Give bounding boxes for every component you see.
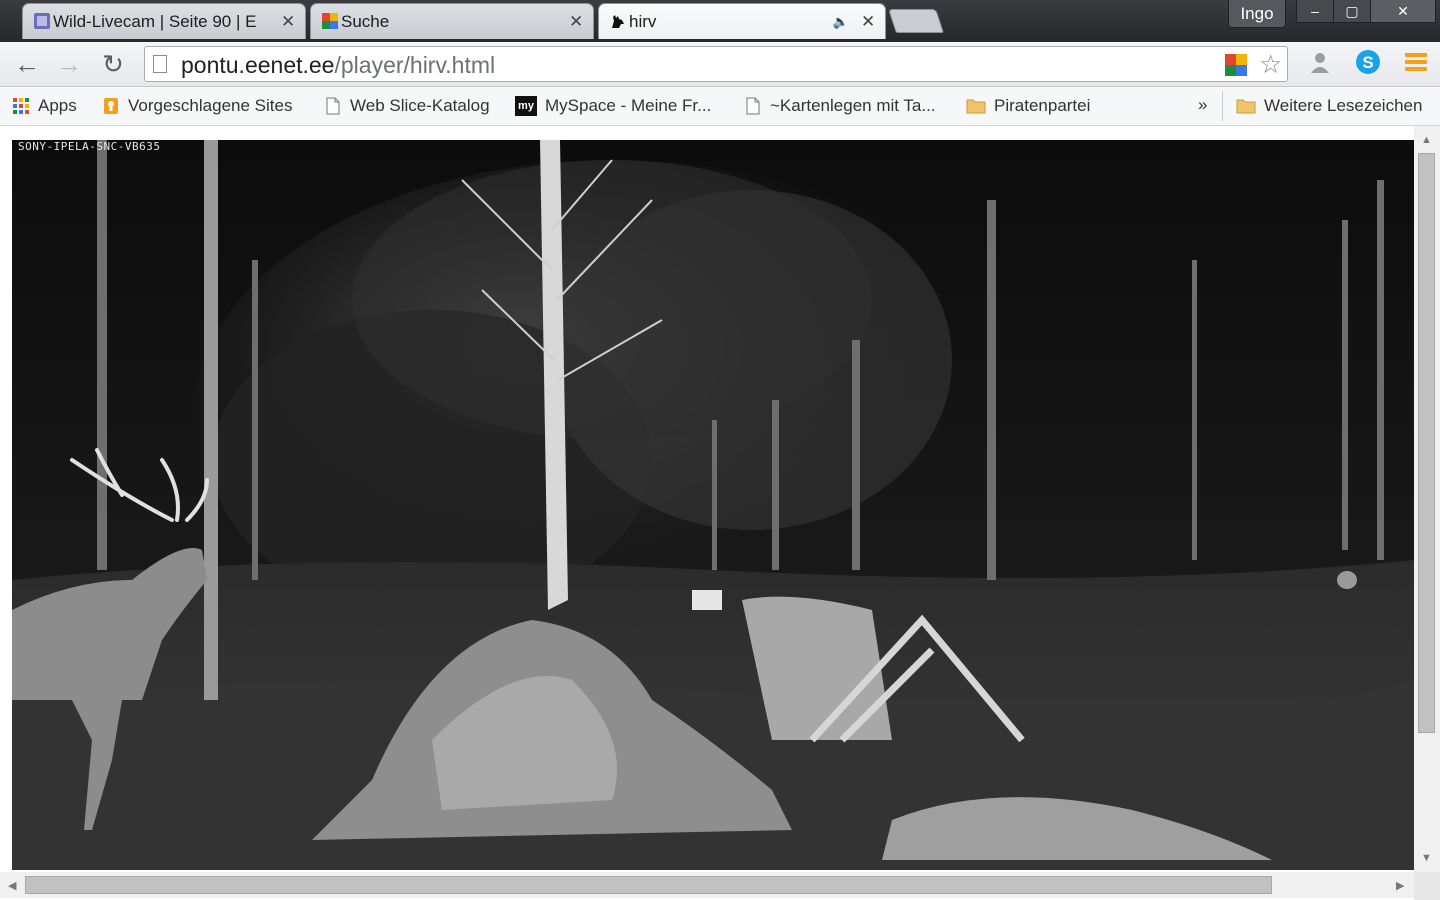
tab-suche[interactable]: Suche ✕ (310, 3, 594, 39)
tab-title: Wild-Livecam | Seite 90 | E (53, 11, 257, 31)
forum-favicon-icon (34, 13, 50, 29)
svg-text:S: S (1362, 53, 1373, 72)
folder-icon (1236, 99, 1256, 114)
myspace-icon: my (515, 96, 537, 116)
bookmark-label: Web Slice-Katalog (350, 96, 490, 115)
livecam-video[interactable]: SONY-IPELA-SNC-VB635 (12, 140, 1414, 870)
skype-icon[interactable]: S (1354, 48, 1382, 76)
vertical-scrollbar[interactable]: ▲ ▼ (1414, 126, 1440, 876)
bookmark-kartenlegen[interactable]: ~Kartenlegen mit Ta... (744, 93, 936, 119)
url-domain: pontu.eenet.ee (181, 52, 335, 78)
close-window-button[interactable]: ✕ (1370, 0, 1436, 23)
more-bookmarks-chevron-icon[interactable]: » (1198, 95, 1207, 115)
new-tab-button[interactable] (888, 9, 944, 33)
bookmark-label: ~Kartenlegen mit Ta... (770, 96, 936, 115)
minimize-button[interactable]: – (1296, 0, 1334, 23)
scroll-right-arrow-icon[interactable]: ▶ (1396, 879, 1404, 892)
bookmarks-divider (1222, 91, 1223, 121)
tab-hirv[interactable]: hirv 🔈 ✕ (598, 3, 886, 39)
bookmark-star-icon[interactable]: ☆ (1259, 49, 1282, 80)
speaker-icon: 🔈 (832, 13, 849, 29)
menu-icon[interactable] (1402, 48, 1430, 76)
scroll-left-arrow-icon[interactable]: ◀ (8, 879, 16, 892)
page-icon (153, 55, 167, 73)
folder-icon (966, 99, 986, 114)
tab-title: Suche (341, 11, 390, 31)
bookmark-suggested-sites[interactable]: Vorgeschlagene Sites (102, 93, 292, 119)
scroll-up-arrow-icon[interactable]: ▲ (1421, 134, 1432, 146)
bookmark-apps[interactable]: Apps (12, 93, 77, 119)
bookmark-other-folder[interactable]: Weitere Lesezeichen (1236, 93, 1422, 119)
apps-grid-icon (13, 98, 29, 114)
tab-title: hirv (629, 11, 657, 31)
tab-close-icon[interactable]: ✕ (569, 12, 583, 32)
bookmark-myspace[interactable]: my MySpace - Meine Fr... (515, 93, 711, 119)
bookmark-label: MySpace - Meine Fr... (545, 96, 712, 115)
bookmark-label: Vorgeschlagene Sites (128, 96, 293, 115)
bookmark-label: Apps (38, 96, 77, 115)
bookmark-piratenpartei[interactable]: Piratenpartei (966, 93, 1090, 119)
bookmarks-bar: Apps Vorgeschlagene Sites Web Slice-Kata… (0, 87, 1440, 126)
tab-wild-livecam[interactable]: Wild-Livecam | Seite 90 | E ✕ (22, 3, 306, 39)
vertical-scroll-thumb[interactable] (1418, 153, 1435, 733)
search-favicon-icon (322, 13, 338, 29)
url-text[interactable]: pontu.eenet.ee/player/hirv.html (181, 52, 495, 79)
maximize-button[interactable]: ▢ (1333, 0, 1371, 23)
bookmark-web-slice[interactable]: Web Slice-Katalog (324, 93, 490, 119)
scroll-down-arrow-icon[interactable]: ▼ (1421, 852, 1432, 864)
avg-extension-icon[interactable] (1224, 53, 1248, 77)
horizontal-scrollbar[interactable]: ◀ ▶ (0, 872, 1414, 898)
scrollbar-corner (1414, 872, 1440, 900)
forward-button[interactable]: → (54, 49, 84, 79)
deer-favicon-icon (612, 15, 624, 28)
tab-close-icon[interactable]: ✕ (861, 12, 875, 32)
back-button[interactable]: ← (12, 49, 42, 79)
url-path: /player/hirv.html (334, 52, 496, 78)
browser-toolbar: ← → ↻ pontu.eenet.ee/player/hirv.html ☆ … (0, 42, 1440, 87)
user-icon[interactable] (1306, 48, 1334, 76)
night-vision-scene (12, 140, 1414, 870)
address-bar[interactable]: pontu.eenet.ee/player/hirv.html ☆ (144, 46, 1288, 82)
tab-strip: Wild-Livecam | Seite 90 | E ✕ Suche ✕ hi… (0, 0, 1440, 42)
suggested-sites-icon (104, 98, 118, 114)
profile-button[interactable]: Ingo (1228, 0, 1286, 28)
bookmark-label: Piratenpartei (994, 96, 1091, 115)
page-content: SONY-IPELA-SNC-VB635 ▲ ▼ ◀ ▶ (0, 126, 1440, 900)
tab-close-icon[interactable]: ✕ (281, 12, 295, 32)
reload-button[interactable]: ↻ (98, 49, 128, 79)
camera-label: SONY-IPELA-SNC-VB635 (18, 140, 161, 153)
page-icon (326, 97, 340, 115)
page-icon (746, 97, 760, 115)
horizontal-scroll-thumb[interactable] (25, 876, 1272, 894)
bookmark-label: Weitere Lesezeichen (1264, 96, 1423, 115)
